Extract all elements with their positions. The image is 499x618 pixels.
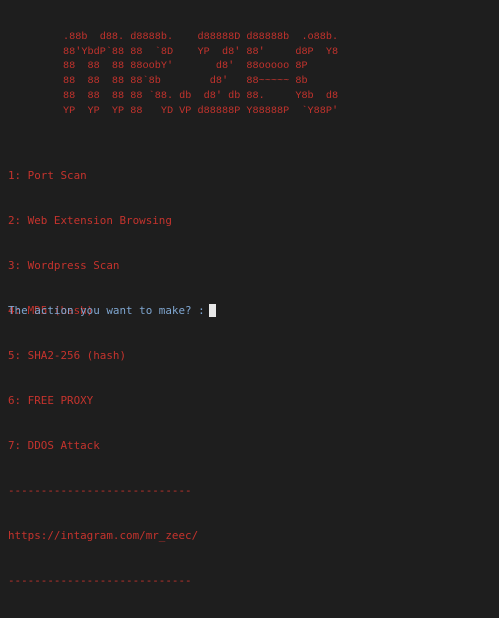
- ascii-banner: .88b d88. d8888b. d88888D d88888b .o88b.…: [8, 31, 338, 119]
- banner-line: 88'YbdP`88 88 `8D YP d8' 88' d8P Y8: [8, 46, 339, 58]
- separator-top: ----------------------------: [8, 484, 192, 497]
- menu-list: 1: Port Scan 2: Web Extension Browsing 3…: [8, 138, 198, 618]
- banner-line: 88 88 88 88 `88. db d8' db 88. Y8b d8: [8, 90, 339, 102]
- profile-link: https://intagram.com/mr_zeec/: [8, 529, 199, 542]
- separator-bottom: ----------------------------: [8, 574, 192, 587]
- banner-line: 88 88 88 88`8b d8' 88~~~~~ 8b: [8, 76, 308, 88]
- input-prompt-line[interactable]: The action you want to make? :: [8, 303, 216, 318]
- menu-item-ddos-attack: 7: DDOS Attack: [8, 439, 100, 452]
- menu-item-wordpress-scan: 3: Wordpress Scan: [8, 259, 120, 272]
- menu-item-free-proxy: 6: FREE PROXY: [8, 394, 94, 407]
- menu-item-sha2-256: 5: SHA2-256 (hash): [8, 349, 127, 362]
- text-cursor[interactable]: [208, 304, 216, 317]
- menu-item-port-scan: 1: Port Scan: [8, 169, 87, 182]
- banner-line: 88 88 88 88oobY' d8' 88ooooo 8P: [8, 61, 308, 73]
- terminal-window[interactable]: .88b d88. d8888b. d88888D d88888b .o88b.…: [0, 0, 499, 587]
- banner-line: YP YP YP 88 YD VP d88888P Y88888P `Y88P': [8, 105, 339, 117]
- prompt-text: The action you want to make? :: [8, 304, 205, 317]
- banner-line: .88b d88. d8888b. d88888D d88888b .o88b.: [8, 32, 339, 43]
- menu-item-web-extension-browsing: 2: Web Extension Browsing: [8, 214, 172, 227]
